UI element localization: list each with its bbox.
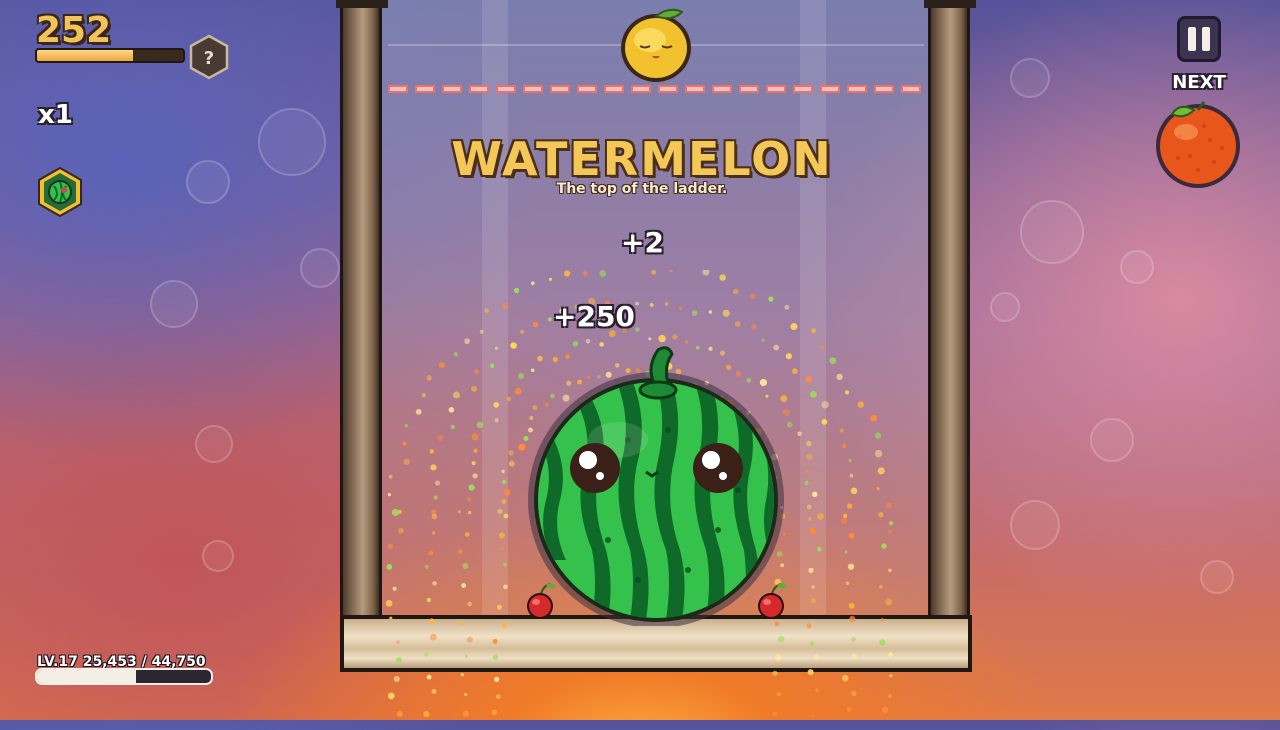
pause-button[interactable] bbox=[1177, 16, 1221, 62]
sparkle-particle bbox=[397, 711, 403, 717]
bokeh-orb bbox=[1020, 200, 1084, 264]
bokeh-orb bbox=[202, 540, 234, 572]
bokeh-orb bbox=[1200, 560, 1234, 594]
sparkle-particle bbox=[888, 694, 892, 698]
sparkle-particle bbox=[889, 674, 892, 677]
bokeh-orb bbox=[1010, 500, 1060, 550]
sparkle-particle bbox=[463, 711, 469, 717]
xp-progress-fill bbox=[37, 670, 136, 683]
sparkle-particle bbox=[427, 675, 432, 680]
sparkle-particle bbox=[815, 689, 818, 692]
sparkle-particle bbox=[772, 712, 777, 717]
score-progress-bar bbox=[35, 48, 185, 63]
sparkle-particle bbox=[423, 711, 429, 717]
sparkle-particle bbox=[811, 715, 814, 718]
sparkle-particle bbox=[394, 676, 400, 682]
cherry-fruit[interactable] bbox=[522, 580, 558, 620]
merged-fruit-subtitle: The top of the ladder. bbox=[442, 181, 842, 197]
bokeh-orb bbox=[186, 160, 230, 204]
sparkle-particle bbox=[842, 675, 849, 682]
score-popup-large: +250 bbox=[553, 300, 635, 333]
bokeh-orb bbox=[1090, 418, 1134, 462]
bokeh-orb bbox=[1010, 58, 1050, 98]
lemon-fruit[interactable] bbox=[616, 2, 696, 86]
score-popup-small: +2 bbox=[621, 226, 664, 259]
bokeh-orb bbox=[990, 292, 1020, 322]
bokeh-orb bbox=[300, 248, 340, 288]
sparkle-particle bbox=[461, 673, 464, 676]
sparkle-particle bbox=[851, 691, 856, 696]
pause-icon bbox=[1202, 27, 1210, 51]
bokeh-orb bbox=[150, 280, 198, 328]
jar-right-wall bbox=[928, 0, 970, 625]
help-badge-text: ? bbox=[204, 48, 214, 69]
merged-fruit-title: WATERMELON bbox=[442, 132, 842, 186]
watermelon-hex-icon[interactable] bbox=[36, 166, 84, 218]
danger-line bbox=[388, 85, 924, 93]
bokeh-orb bbox=[1120, 250, 1154, 284]
sparkle-particle bbox=[777, 692, 781, 696]
sparkle-particle bbox=[496, 694, 501, 699]
help-hex-icon[interactable]: ? bbox=[188, 34, 230, 80]
sparkle-particle bbox=[847, 707, 852, 712]
cherry-fruit[interactable] bbox=[753, 580, 789, 620]
sparkle-particle bbox=[464, 693, 467, 696]
xp-progress-bar bbox=[35, 668, 213, 685]
jar-left-cap bbox=[336, 0, 388, 8]
sparkle-particle bbox=[388, 693, 395, 700]
pause-icon bbox=[1188, 27, 1196, 51]
sparkle-particle bbox=[492, 710, 498, 716]
sparkle-particle bbox=[432, 689, 437, 694]
jar-right-cap bbox=[924, 0, 976, 8]
bokeh-orb bbox=[258, 108, 326, 176]
sparkle-particle bbox=[494, 677, 499, 682]
next-label: NEXT bbox=[1160, 72, 1238, 93]
next-fruit-orange bbox=[1150, 96, 1246, 188]
bokeh-orb bbox=[195, 425, 233, 463]
score-multiplier: x1 bbox=[38, 100, 73, 130]
score-progress-fill bbox=[37, 50, 133, 61]
score-value: 252 bbox=[36, 10, 111, 51]
jar-left-wall bbox=[340, 0, 382, 625]
sparkle-particle bbox=[882, 707, 889, 714]
